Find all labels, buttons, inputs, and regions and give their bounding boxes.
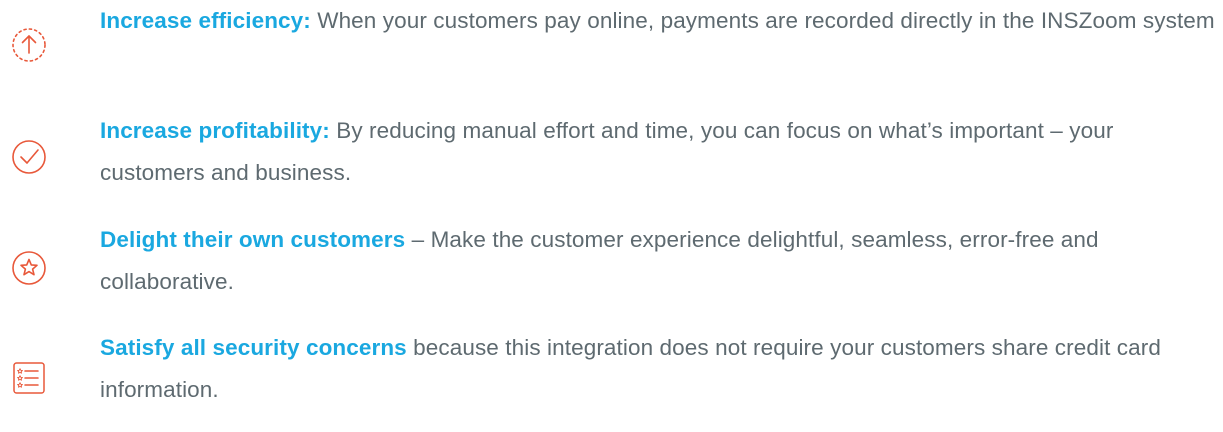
benefit-text: Increase efficiency: When your customers… [100, 0, 1215, 42]
benefit-item-delight: Delight their own customers – Make the c… [0, 219, 1223, 319]
benefit-text: Satisfy all security concerns because th… [100, 327, 1215, 411]
benefit-heading: Increase efficiency: [100, 8, 311, 33]
check-circle-icon [5, 133, 53, 181]
benefit-heading: Delight their own customers [100, 227, 406, 252]
star-circle-icon [5, 244, 53, 292]
benefit-item-profitability: Increase profitability: By reducing manu… [0, 110, 1223, 210]
benefit-description: When your customers pay online, payments… [310, 8, 1215, 33]
benefits-list: Increase efficiency: When your customers… [0, 0, 1223, 432]
benefit-text: Increase profitability: By reducing manu… [100, 110, 1215, 194]
upload-arrow-icon [5, 21, 53, 69]
benefit-item-security: Satisfy all security concerns because th… [0, 327, 1223, 427]
benefit-heading: Satisfy all security concerns [100, 335, 407, 360]
checklist-icon [5, 354, 53, 402]
benefit-text: Delight their own customers – Make the c… [100, 219, 1215, 303]
benefit-item-efficiency: Increase efficiency: When your customers… [0, 0, 1223, 100]
benefit-heading: Increase profitability: [100, 118, 330, 143]
